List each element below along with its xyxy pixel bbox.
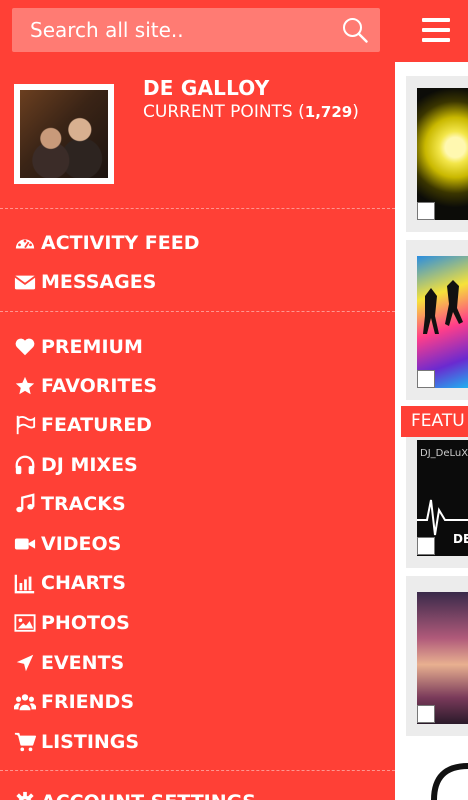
menu-item-videos[interactable]: VIDEOS xyxy=(14,529,121,559)
menu-item-premium[interactable]: PREMIUM xyxy=(14,332,143,362)
star-icon xyxy=(15,376,35,395)
menu-item-dj-mixes[interactable]: DJ MIXES xyxy=(14,450,138,480)
points-value: 1,729 xyxy=(304,103,353,121)
select-checkbox[interactable] xyxy=(417,202,435,220)
menu-item-charts[interactable]: CHARTS xyxy=(14,568,126,598)
music-icon xyxy=(16,493,35,513)
hamburger-line xyxy=(422,38,450,42)
search-icon[interactable] xyxy=(342,17,368,43)
heart-icon xyxy=(15,338,35,356)
menu-item-activity-feed[interactable]: ACTIVITY FEED xyxy=(14,228,200,258)
envelope-icon xyxy=(14,275,36,290)
menu-item-label: ACCOUNT SETTINGS xyxy=(41,791,256,800)
card-caption-logo: DE xyxy=(453,532,468,546)
select-checkbox[interactable] xyxy=(417,537,435,555)
menu-item-label: CHARTS xyxy=(41,572,126,594)
menu-item-label: FEATURED xyxy=(41,414,152,436)
menu-item-messages[interactable]: MESSAGES xyxy=(14,267,156,297)
avatar[interactable] xyxy=(14,84,114,184)
menu-item-label: FAVORITES xyxy=(41,375,158,397)
menu-item-featured[interactable]: FEATURED xyxy=(14,410,152,440)
search-input[interactable] xyxy=(12,8,332,52)
menu-divider xyxy=(0,208,395,209)
menu-button[interactable] xyxy=(418,14,454,48)
image-icon xyxy=(14,614,36,632)
dashboard-icon xyxy=(15,239,35,249)
hamburger-line xyxy=(422,18,450,22)
flag-icon xyxy=(16,415,36,435)
menu-item-label: PHOTOS xyxy=(41,612,130,634)
current-points: CURRENT POINTS (1,729) xyxy=(143,102,359,122)
menu-item-label: FRIENDS xyxy=(41,691,135,713)
media-thumbnail[interactable] xyxy=(417,88,468,220)
menu-divider xyxy=(0,770,395,771)
menu-item-events[interactable]: EVENTS xyxy=(14,648,124,678)
menu-divider xyxy=(0,311,395,312)
select-checkbox[interactable] xyxy=(417,370,435,388)
menu-item-label: LISTINGS xyxy=(41,731,140,753)
menu-item-listings[interactable]: LISTINGS xyxy=(14,727,139,757)
menu-item-favorites[interactable]: FAVORITES xyxy=(14,371,157,401)
profile-name[interactable]: DE GALLOY xyxy=(143,76,269,100)
menu-item-label: EVENTS xyxy=(41,652,125,674)
menu-item-label: VIDEOS xyxy=(41,533,122,555)
media-thumbnail[interactable] xyxy=(417,256,468,388)
headphones-icon xyxy=(15,455,35,475)
video-camera-icon xyxy=(14,538,36,550)
menu-item-label: TRACKS xyxy=(41,493,126,515)
select-checkbox[interactable] xyxy=(417,705,435,723)
gear-icon xyxy=(16,791,34,800)
menu-item-label: ACTIVITY FEED xyxy=(41,232,200,254)
menu-item-account-settings[interactable]: ACCOUNT SETTINGS xyxy=(14,787,256,800)
side-drawer: DE GALLOY CURRENT POINTS (1,729) ACTIVIT… xyxy=(0,0,395,800)
users-icon xyxy=(14,694,36,711)
location-arrow-icon xyxy=(16,654,34,672)
menu-item-label: PREMIUM xyxy=(41,336,143,358)
menu-item-friends[interactable]: FRIENDS xyxy=(14,687,134,717)
headphones-logo-icon xyxy=(431,763,468,800)
menu-item-tracks[interactable]: TRACKS xyxy=(14,489,126,519)
search-bar xyxy=(12,8,380,52)
featured-badge: FEATU xyxy=(401,406,468,437)
hamburger-line xyxy=(422,28,450,32)
points-close: ) xyxy=(352,102,359,122)
menu-item-label: DJ MIXES xyxy=(41,454,138,476)
bar-chart-icon xyxy=(14,574,35,594)
menu-item-label: MESSAGES xyxy=(41,271,157,293)
points-label: CURRENT POINTS ( xyxy=(143,102,305,122)
avatar-image xyxy=(20,90,108,178)
menu-item-photos[interactable]: PHOTOS xyxy=(14,608,130,638)
dancers-silhouette-icon xyxy=(423,280,463,334)
shopping-cart-icon xyxy=(14,732,36,752)
